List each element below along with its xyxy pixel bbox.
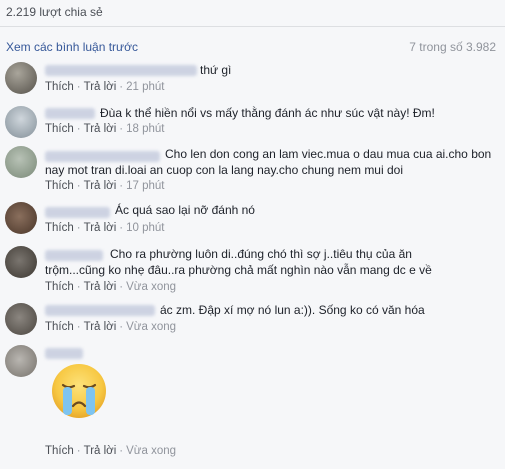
separator: ·: [76, 123, 81, 135]
like-link[interactable]: Thích: [45, 222, 74, 234]
comment-item: Đùa k thể hiền nổi vs mấy thằng đánh ác …: [0, 103, 505, 143]
comment-text: Đùa k thể hiền nổi vs mấy thằng đánh ác …: [100, 106, 435, 120]
comment-text: Cho ra phường luôn di..đúng chó thì sợ j…: [45, 247, 432, 277]
reply-link[interactable]: Trả lời: [84, 123, 117, 135]
face-shape: [52, 364, 106, 418]
comment-item: Ác quá sao lại nỡ đánh nó Thích · Trả lời ·…: [0, 202, 505, 242]
timestamp[interactable]: Vừa xong: [126, 445, 176, 457]
comment-actions: Thích · Trả lời · 21 phút: [45, 81, 165, 93]
like-link[interactable]: Thích: [45, 123, 74, 135]
timestamp[interactable]: 21 phút: [126, 81, 164, 93]
avatar[interactable]: [5, 246, 37, 278]
like-link[interactable]: Thích: [45, 445, 74, 457]
avatar[interactable]: [5, 62, 37, 94]
left-tear: [63, 387, 72, 415]
timestamp[interactable]: 17 phút: [126, 180, 164, 192]
comment-text: Cho len don cong an lam viec.mua o dau m…: [45, 147, 492, 177]
separator: ·: [76, 321, 81, 333]
crying-face-sticker[interactable]: [50, 362, 108, 420]
avatar[interactable]: [5, 345, 37, 377]
comment-actions: Thích · Trả lời · 10 phút: [45, 222, 165, 234]
view-previous-comments-link[interactable]: Xem các bình luận trước: [6, 40, 138, 54]
separator: ·: [119, 222, 124, 234]
avatar[interactable]: [5, 106, 37, 138]
comment-item: thứ gì Thích · Trả lời · 21 phút: [0, 60, 505, 100]
timestamp[interactable]: 10 phút: [126, 222, 164, 234]
commenter-name-blurred[interactable]: [45, 65, 197, 76]
like-link[interactable]: Thích: [45, 81, 74, 93]
reply-link[interactable]: Trả lời: [84, 445, 117, 457]
right-tear: [86, 387, 95, 415]
comment-text: ác zm. Đập xí mợ nó lun a:)). Sống ko có…: [160, 303, 425, 317]
separator: ·: [76, 281, 81, 293]
separator: ·: [119, 281, 124, 293]
separator: ·: [76, 445, 81, 457]
avatar[interactable]: [5, 146, 37, 178]
comment-actions: Thích · Trả lời · Vừa xong: [45, 445, 176, 457]
commenter-name-blurred[interactable]: [45, 348, 83, 359]
separator: ·: [76, 222, 81, 234]
timestamp[interactable]: Vừa xong: [126, 281, 176, 293]
like-link[interactable]: Thích: [45, 281, 74, 293]
commenter-name-blurred[interactable]: [45, 305, 155, 316]
timestamp[interactable]: Vừa xong: [126, 321, 176, 333]
separator: ·: [76, 180, 81, 192]
comment-actions: Thích · Trả lời · 18 phút: [45, 123, 165, 135]
avatar[interactable]: [5, 202, 37, 234]
comment-text: thứ gì: [200, 63, 232, 77]
comment-item: Cho ra phường luôn di..đúng chó thì sợ j…: [0, 245, 505, 297]
separator: ·: [119, 445, 124, 457]
like-link[interactable]: Thích: [45, 321, 74, 333]
share-count[interactable]: 2.219 lượt chia sẻ: [6, 5, 103, 19]
commenter-name-blurred[interactable]: [45, 108, 95, 119]
separator: ·: [119, 180, 124, 192]
comment-count: 7 trong số 3.982: [409, 40, 496, 54]
reply-link[interactable]: Trả lời: [84, 281, 117, 293]
comment-item: ác zm. Đập xí mợ nó lun a:)). Sống ko có…: [0, 300, 505, 340]
avatar[interactable]: [5, 303, 37, 335]
reply-link[interactable]: Trả lời: [84, 222, 117, 234]
separator: ·: [119, 123, 124, 135]
like-link[interactable]: Thích: [45, 180, 74, 192]
comment-actions: Thích · Trả lời · Vừa xong: [45, 321, 176, 333]
divider: [0, 26, 505, 27]
separator: ·: [119, 81, 124, 93]
separator: ·: [119, 321, 124, 333]
reply-link[interactable]: Trả lời: [84, 180, 117, 192]
comment-actions: Thích · Trả lời · 17 phút: [45, 180, 165, 192]
separator: ·: [76, 81, 81, 93]
timestamp[interactable]: 18 phút: [126, 123, 164, 135]
comment-text: Ác quá sao lại nỡ đánh nó: [115, 203, 255, 217]
reply-link[interactable]: Trả lời: [84, 321, 117, 333]
reply-link[interactable]: Trả lời: [84, 81, 117, 93]
commenter-name-blurred[interactable]: [45, 207, 110, 218]
comment-actions: Thích · Trả lời · Vừa xong: [45, 281, 176, 293]
comment-item: Cho len don cong an lam viec.mua o dau m…: [0, 146, 505, 198]
